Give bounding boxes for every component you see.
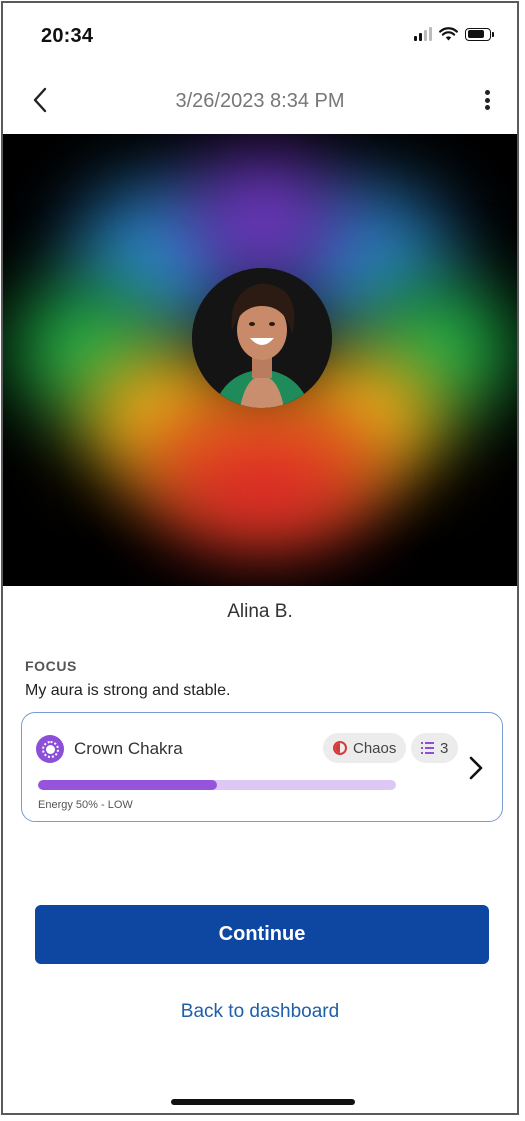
nav-header: 3/26/2023 8:34 PM (3, 65, 517, 135)
phone-screen: 20:34 3/26/2023 8:34 PM Alina B. FOCUS M… (1, 1, 519, 1115)
cellular-signal-icon (414, 27, 432, 41)
status-bar: 20:34 (3, 3, 517, 65)
back-to-dashboard-link[interactable]: Back to dashboard (3, 1001, 517, 1023)
half-circle-icon (333, 741, 347, 755)
page-title: 3/26/2023 8:34 PM (175, 90, 345, 112)
aura-image (3, 134, 517, 586)
chevron-right-icon (469, 756, 483, 780)
status-time: 20:34 (41, 25, 94, 47)
energy-bar-fill (38, 780, 217, 790)
chakra-card[interactable]: Crown Chakra Chaos 3 Energy 50% - LOW (21, 712, 503, 822)
more-vertical-icon (484, 90, 490, 95)
more-options-button[interactable] (479, 87, 495, 113)
chaos-label: Chaos (353, 739, 397, 757)
continue-button[interactable]: Continue (35, 905, 489, 964)
home-indicator (171, 1099, 355, 1105)
person-photo-icon (192, 268, 332, 408)
wifi-icon (439, 27, 458, 41)
energy-label: Energy 50% - LOW (38, 799, 133, 811)
profile-name: Alina B. (227, 601, 293, 622)
chaos-badge: Chaos (323, 733, 407, 763)
avatar (192, 268, 332, 408)
chakra-name: Crown Chakra (74, 739, 183, 758)
count-badge: 3 (411, 733, 459, 763)
status-icons (414, 27, 494, 41)
focus-label: FOCUS (25, 658, 77, 674)
list-icon (421, 742, 434, 754)
focus-text: My aura is strong and stable. (25, 682, 231, 699)
energy-bar (38, 780, 396, 790)
battery-icon (465, 27, 494, 41)
crown-chakra-icon (36, 735, 64, 763)
count-value: 3 (440, 739, 449, 757)
